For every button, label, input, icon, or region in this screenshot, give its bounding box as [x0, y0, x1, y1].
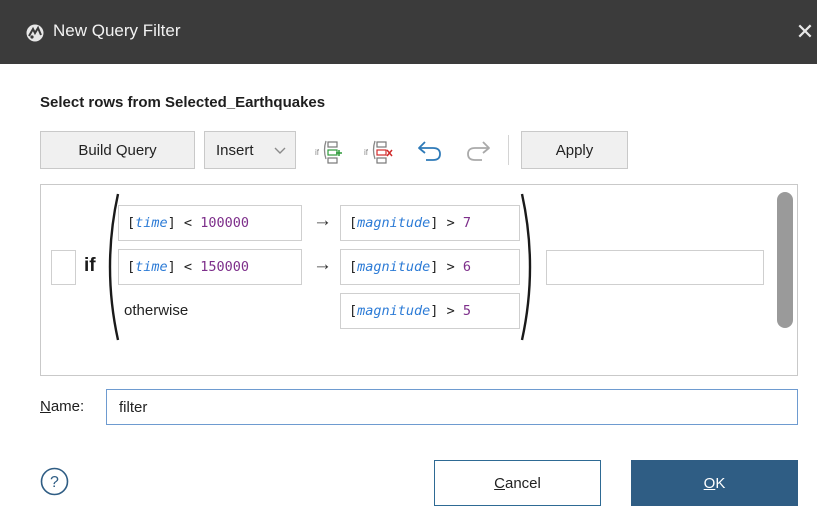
operator: <	[183, 259, 193, 275]
field-name: magnitude	[357, 259, 431, 275]
arrow-icon: →	[313, 254, 332, 275]
result-expression-1[interactable]: [magnitude] > 7	[340, 205, 520, 241]
close-icon: ✕	[795, 19, 815, 44]
section-title: Select rows from Selected_Earthquakes	[40, 94, 326, 111]
svg-text:if: if	[315, 148, 320, 157]
name-label: Name:	[40, 398, 85, 415]
condition-expression-2[interactable]: [time] < 150000	[118, 249, 302, 285]
otherwise-label: otherwise	[124, 302, 189, 319]
if-keyword: if	[84, 255, 96, 276]
vertical-scrollbar[interactable]	[777, 192, 793, 328]
name-input[interactable]	[106, 389, 798, 425]
arrow-icon: →	[313, 210, 332, 231]
insert-dropdown-label: Insert	[216, 141, 254, 159]
value: 5	[462, 303, 471, 319]
insert-dropdown[interactable]: Insert	[204, 131, 296, 169]
condition-expression-1[interactable]: [time] < 100000	[118, 205, 302, 241]
if-add-condition-icon[interactable]: if	[314, 133, 344, 167]
condition-checkbox[interactable]	[51, 250, 76, 285]
operator: >	[446, 259, 455, 275]
operator: <	[183, 215, 193, 231]
build-query-button[interactable]: Build Query	[40, 131, 195, 169]
value: 7	[462, 215, 471, 231]
help-icon[interactable]: ?	[40, 467, 69, 496]
result-expression-3[interactable]: [magnitude] > 5	[340, 293, 520, 329]
close-button[interactable]: ✕	[793, 18, 817, 46]
field-name: magnitude	[357, 303, 431, 319]
operator: >	[446, 303, 455, 319]
operator: >	[446, 215, 455, 231]
field-name: magnitude	[357, 215, 431, 231]
if-remove-condition-icon[interactable]: if	[363, 133, 393, 167]
ok-button[interactable]: OK	[631, 460, 798, 506]
chevron-down-icon	[274, 147, 286, 154]
svg-text:if: if	[364, 148, 369, 157]
cancel-button[interactable]: Cancel	[434, 460, 601, 506]
result-expression-2[interactable]: [magnitude] > 6	[340, 249, 520, 285]
window-title: New Query Filter	[53, 21, 181, 40]
field-name: time	[135, 259, 168, 275]
apply-button[interactable]: Apply	[521, 131, 628, 169]
svg-text:?: ?	[50, 474, 59, 491]
else-value-field[interactable]	[546, 250, 764, 285]
field-name: time	[135, 215, 168, 231]
app-icon	[26, 24, 44, 42]
toolbar-divider	[508, 135, 509, 165]
redo-icon[interactable]	[463, 133, 493, 167]
right-parenthesis	[520, 193, 532, 341]
value: 100000	[200, 215, 249, 231]
title-bar: New Query Filter ✕	[0, 0, 817, 64]
value: 6	[462, 259, 471, 275]
value: 150000	[200, 259, 249, 275]
undo-icon[interactable]	[415, 133, 445, 167]
